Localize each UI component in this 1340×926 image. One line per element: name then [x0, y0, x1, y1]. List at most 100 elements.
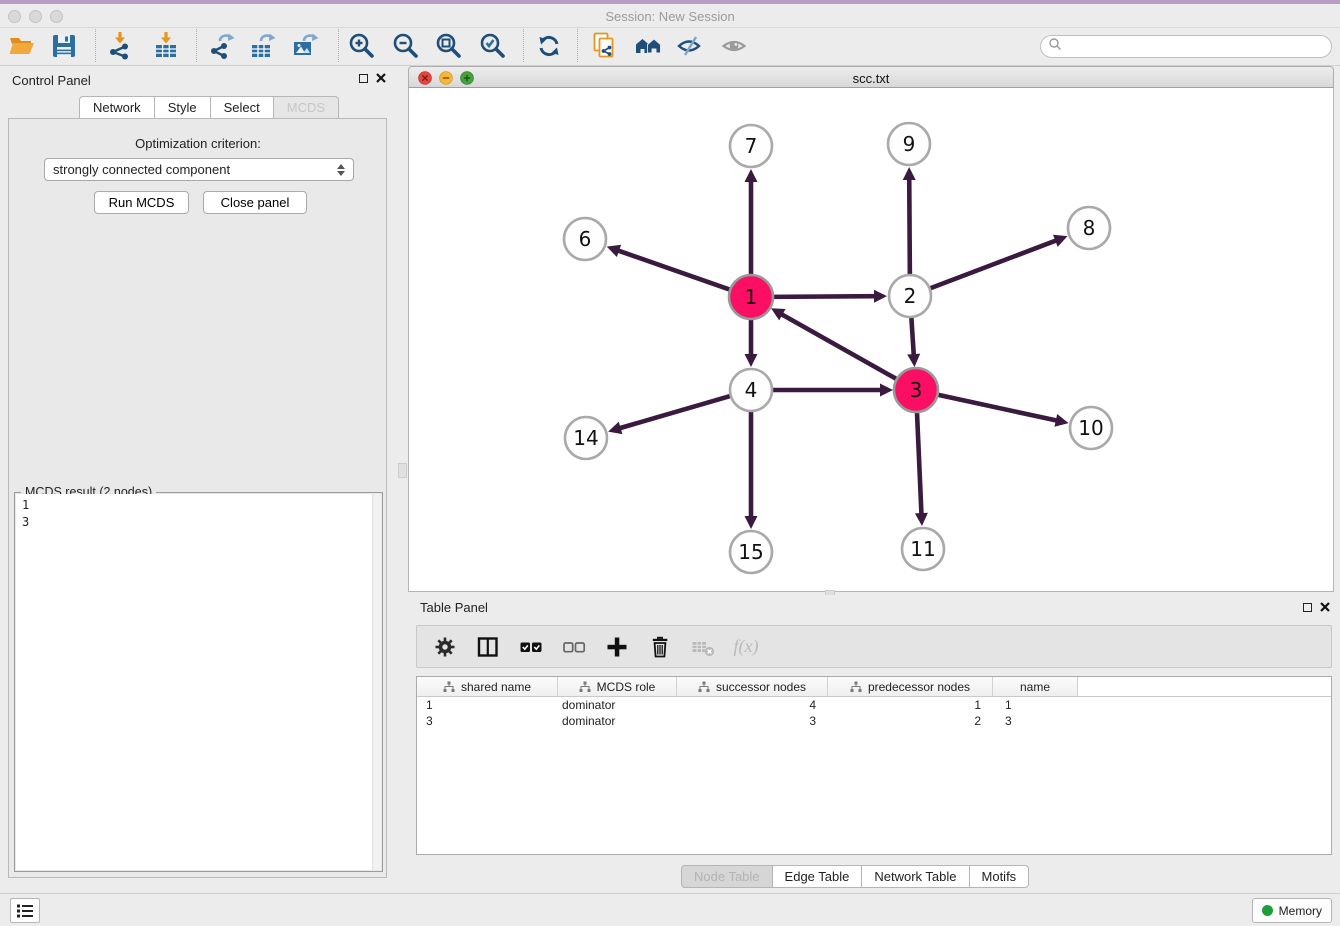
status-bar: Memory: [0, 893, 1340, 926]
zoom-out-icon[interactable]: [391, 29, 421, 63]
criterion-dropdown-value: strongly connected component: [53, 162, 337, 177]
column-header-successor-nodes[interactable]: successor nodes: [677, 677, 828, 696]
close-table-panel-icon[interactable]: [1320, 602, 1330, 612]
edge-3-11[interactable]: [917, 410, 922, 515]
node-label-11: 11: [910, 537, 935, 561]
tab-style[interactable]: Style: [154, 96, 210, 119]
network-view-frame: scc.txt 7968124314101511: [408, 66, 1334, 592]
node-label-10: 10: [1078, 416, 1103, 440]
table-toolbar: f(x): [416, 625, 1332, 668]
refresh-view-icon[interactable]: [534, 29, 564, 63]
edge-arrowhead-icon: [745, 354, 758, 367]
window-title: Session: New Session: [0, 9, 1340, 24]
deselect-all-columns-icon[interactable]: [560, 633, 588, 661]
import-table-icon[interactable]: [151, 29, 181, 63]
network-from-document-icon[interactable]: [590, 29, 620, 63]
node-label-9: 9: [903, 132, 916, 156]
export-network-icon[interactable]: [207, 29, 237, 63]
network-graph: 7968124314101511: [409, 88, 1333, 590]
delete-table-icon[interactable]: [689, 633, 717, 661]
control-panel-tabs: Network Style Select MCDS: [79, 96, 339, 119]
close-panel-icon[interactable]: [376, 73, 386, 83]
edge-arrowhead-icon: [607, 245, 621, 257]
search-field[interactable]: [1040, 35, 1332, 58]
run-mcds-button[interactable]: Run MCDS: [94, 191, 189, 214]
tab-network-table[interactable]: Network Table: [861, 865, 968, 888]
network-frame-titlebar[interactable]: scc.txt: [408, 66, 1334, 88]
column-header-name[interactable]: name: [993, 677, 1078, 696]
delete-column-icon[interactable]: [646, 633, 674, 661]
import-network-icon[interactable]: [105, 29, 135, 63]
tab-network[interactable]: Network: [79, 96, 154, 119]
list-icon: [16, 903, 34, 919]
column-header-shared-name[interactable]: shared name: [417, 677, 558, 696]
edge-2-8[interactable]: [929, 240, 1058, 289]
memory-status-icon: [1262, 905, 1273, 916]
node-table[interactable]: shared name MCDS role successor nodes pr…: [416, 676, 1332, 855]
criterion-dropdown[interactable]: strongly connected component: [44, 158, 354, 181]
edge-arrowhead-icon: [874, 290, 887, 303]
tab-edge-table[interactable]: Edge Table: [772, 865, 862, 888]
table-row[interactable]: 3 dominator 3 2 3: [417, 713, 1331, 729]
table-panel: Table Panel: [408, 595, 1340, 890]
column-header-mcds-role[interactable]: MCDS role: [558, 677, 677, 696]
float-panel-icon[interactable]: [359, 74, 368, 83]
tab-select[interactable]: Select: [210, 96, 273, 119]
edge-arrowhead-icon: [880, 384, 893, 397]
export-table-icon[interactable]: [248, 29, 278, 63]
edge-1-2[interactable]: [771, 296, 876, 297]
table-header: shared name MCDS role successor nodes pr…: [417, 677, 1331, 697]
home-layout-icon[interactable]: [634, 29, 664, 63]
node-label-1: 1: [745, 285, 758, 309]
edge-3-1[interactable]: [781, 314, 899, 380]
show-graphics-details-icon[interactable]: [720, 29, 750, 63]
attribute-tree-icon: [579, 681, 591, 693]
network-canvas[interactable]: 7968124314101511: [408, 88, 1334, 592]
network-frame-title: scc.txt: [409, 71, 1333, 86]
memory-label: Memory: [1279, 904, 1322, 918]
export-image-icon[interactable]: [291, 29, 321, 63]
edge-4-14[interactable]: [619, 396, 732, 429]
open-session-icon[interactable]: [7, 29, 37, 63]
node-label-7: 7: [745, 134, 758, 158]
close-panel-button[interactable]: Close panel: [203, 191, 307, 214]
table-row[interactable]: 1 dominator 4 1 1: [417, 697, 1331, 713]
mcds-result-text: 1 3: [22, 497, 29, 531]
dropdown-stepper-icon: [337, 164, 345, 176]
edge-3-10[interactable]: [936, 394, 1058, 421]
control-panel: Control Panel Network Style Select MCDS …: [0, 66, 396, 888]
node-label-6: 6: [579, 227, 592, 251]
table-tabs: Node Table Edge Table Network Table Moti…: [681, 865, 1029, 888]
hide-graphics-details-icon[interactable]: [675, 29, 705, 63]
control-panel-title: Control Panel: [12, 73, 91, 88]
tab-node-table[interactable]: Node Table: [681, 865, 772, 888]
attribute-tree-icon: [443, 681, 455, 693]
vertical-split-handle[interactable]: [398, 463, 407, 478]
column-header-predecessor-nodes[interactable]: predecessor nodes: [828, 677, 993, 696]
add-column-icon[interactable]: [603, 633, 631, 661]
tab-motifs[interactable]: Motifs: [969, 865, 1030, 888]
task-history-button[interactable]: [10, 898, 40, 923]
zoom-fit-icon[interactable]: [434, 29, 464, 63]
zoom-in-icon[interactable]: [347, 29, 377, 63]
toggle-column-pane-icon[interactable]: [474, 633, 502, 661]
search-input[interactable]: [1062, 40, 1331, 54]
edge-2-9[interactable]: [909, 178, 910, 276]
mcds-result-area[interactable]: 1 3: [16, 494, 381, 870]
select-all-columns-icon[interactable]: [517, 633, 545, 661]
header-filler: [1078, 677, 1331, 696]
tab-mcds[interactable]: MCDS: [273, 96, 339, 119]
edge-2-3[interactable]: [911, 316, 914, 356]
node-label-3: 3: [910, 378, 923, 402]
edge-arrowhead-icon: [745, 516, 758, 529]
function-builder-icon[interactable]: f(x): [732, 633, 760, 661]
edge-arrowhead-icon: [745, 169, 758, 182]
node-label-8: 8: [1083, 216, 1096, 240]
zoom-selected-icon[interactable]: [478, 29, 508, 63]
float-table-panel-icon[interactable]: [1303, 603, 1312, 612]
memory-button[interactable]: Memory: [1252, 898, 1332, 923]
column-settings-gear-icon[interactable]: [431, 633, 459, 661]
edge-1-6[interactable]: [617, 250, 732, 290]
save-session-icon[interactable]: [49, 29, 79, 63]
result-scrollbar[interactable]: [372, 494, 381, 870]
